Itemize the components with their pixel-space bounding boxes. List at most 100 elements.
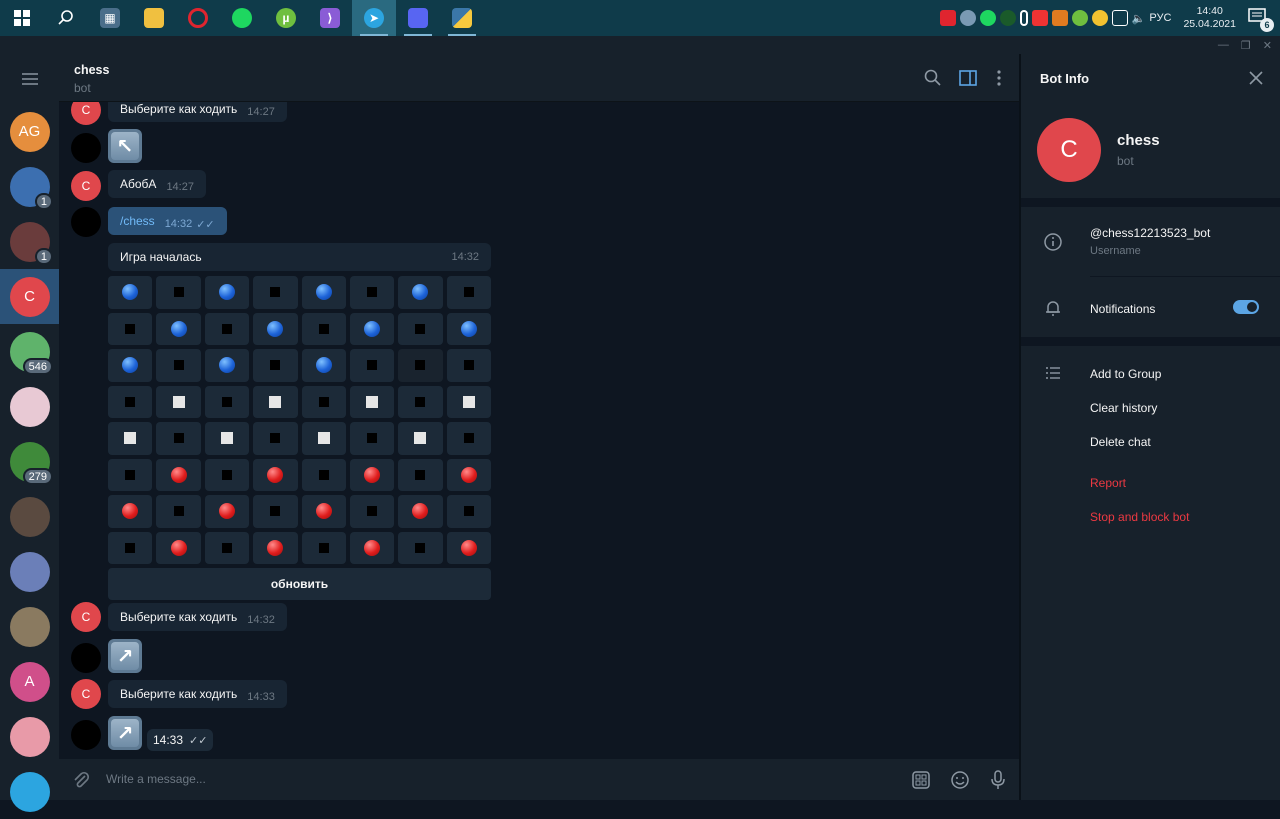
board-cell-button[interactable] — [349, 495, 395, 528]
board-cell-button[interactable] — [446, 495, 491, 528]
board-cell-button[interactable] — [349, 385, 395, 418]
board-cell-button[interactable] — [446, 385, 491, 418]
chat-list-item[interactable]: C — [0, 269, 59, 324]
board-cell-button[interactable] — [301, 531, 346, 564]
tray-app-icon[interactable] — [1051, 10, 1068, 26]
board-cell-button[interactable] — [398, 458, 443, 491]
notifications-toggle[interactable] — [1233, 300, 1259, 314]
network-icon[interactable] — [1111, 10, 1128, 26]
board-cell-button[interactable] — [204, 385, 250, 418]
board-cell-button[interactable] — [349, 531, 395, 564]
chat-list-item[interactable] — [0, 709, 59, 764]
board-cell-button[interactable] — [108, 312, 153, 345]
tray-app-icon[interactable] — [999, 10, 1016, 26]
windows-start-button[interactable] — [0, 0, 44, 36]
tray-spotify-icon[interactable] — [979, 10, 996, 26]
taskbar-utorrent[interactable]: µ — [264, 0, 308, 36]
microphone-icon[interactable] — [988, 769, 1008, 791]
user-avatar[interactable] — [71, 643, 101, 673]
taskbar-visual-studio[interactable]: ⟩ — [308, 0, 352, 36]
board-cell-button[interactable] — [156, 531, 201, 564]
board-cell-button[interactable] — [301, 276, 346, 309]
chat-list-item[interactable]: 1 — [0, 159, 59, 214]
board-cell-button[interactable] — [446, 458, 491, 491]
board-cell-button[interactable] — [108, 531, 153, 564]
user-avatar[interactable] — [71, 207, 101, 237]
board-cell-button[interactable] — [108, 422, 153, 455]
microphone-icon[interactable] — [1019, 10, 1028, 26]
board-cell-button[interactable] — [253, 385, 298, 418]
board-cell-button[interactable] — [301, 422, 346, 455]
board-cell-button[interactable] — [156, 312, 201, 345]
tray-app-icon[interactable] — [1031, 10, 1048, 26]
taskbar-python[interactable] — [440, 0, 484, 36]
board-cell-button[interactable] — [301, 385, 346, 418]
action-center-button[interactable]: 6 — [1248, 8, 1274, 32]
language-indicator[interactable]: РУС — [1149, 12, 1171, 24]
board-cell-button[interactable] — [398, 349, 443, 382]
board-cell-button[interactable] — [108, 458, 153, 491]
taskbar-spotify[interactable] — [220, 0, 264, 36]
taskbar-calculator[interactable]: ▦ — [88, 0, 132, 36]
board-cell-button[interactable] — [398, 276, 443, 309]
tray-app-icon[interactable] — [939, 10, 956, 26]
bot-username[interactable]: @chess12213523_bot — [1090, 226, 1210, 240]
refresh-button[interactable]: обновить — [108, 568, 491, 600]
chat-list-item[interactable] — [0, 544, 59, 599]
message-bubble[interactable]: Выберите как ходить 14:27 — [108, 102, 287, 122]
arrow-sticker[interactable]: ↖ — [108, 129, 142, 163]
board-cell-button[interactable] — [349, 349, 395, 382]
attach-icon[interactable] — [71, 770, 91, 790]
message-bubble[interactable]: Выберите как ходить 14:32 — [108, 603, 287, 631]
message-input[interactable]: Write a message... — [106, 772, 206, 786]
minimize-button[interactable]: — — [1218, 39, 1229, 51]
board-cell-button[interactable] — [398, 495, 443, 528]
board-cell-button[interactable] — [204, 495, 250, 528]
board-cell-button[interactable] — [108, 349, 153, 382]
board-cell-button[interactable] — [301, 495, 346, 528]
board-cell-button[interactable] — [204, 531, 250, 564]
board-cell-button[interactable] — [253, 495, 298, 528]
board-cell-button[interactable] — [204, 276, 250, 309]
board-cell-button[interactable] — [156, 276, 201, 309]
board-cell-button[interactable] — [253, 422, 298, 455]
taskbar-file-explorer[interactable] — [132, 0, 176, 36]
board-cell-button[interactable] — [301, 458, 346, 491]
board-cell-button[interactable] — [204, 458, 250, 491]
taskbar-opera[interactable] — [176, 0, 220, 36]
chat-list-item[interactable]: AG — [0, 104, 59, 159]
board-cell-button[interactable] — [253, 531, 298, 564]
board-cell-button[interactable] — [253, 312, 298, 345]
chat-list-item[interactable]: A — [0, 654, 59, 709]
board-cell-button[interactable] — [156, 458, 201, 491]
clock[interactable]: 14:40 25.04.2021 — [1183, 5, 1236, 31]
board-cell-button[interactable] — [349, 458, 395, 491]
report-button[interactable]: Report — [1090, 476, 1126, 490]
chat-list-item[interactable] — [0, 764, 59, 819]
board-cell-button[interactable] — [446, 349, 491, 382]
board-cell-button[interactable] — [446, 531, 491, 564]
message-bubble-outgoing[interactable]: /chess 14:32 ✓✓ — [108, 207, 227, 235]
tray-app-icon[interactable] — [959, 10, 976, 26]
chat-list-item[interactable]: 279 — [0, 434, 59, 489]
maximize-button[interactable]: ❐ — [1241, 39, 1251, 52]
close-icon[interactable] — [1249, 71, 1263, 85]
board-cell-button[interactable] — [349, 422, 395, 455]
stop-and-block-bot-button[interactable]: Stop and block bot — [1090, 510, 1189, 524]
chat-list-item[interactable] — [0, 599, 59, 654]
board-cell-button[interactable] — [398, 531, 443, 564]
board-cell-button[interactable] — [108, 495, 153, 528]
board-cell-button[interactable] — [204, 422, 250, 455]
message-bubble[interactable]: АбобА 14:27 — [108, 170, 206, 198]
board-cell-button[interactable] — [156, 495, 201, 528]
bot-keyboard-icon[interactable] — [911, 770, 931, 790]
taskbar-search-button[interactable] — [44, 0, 88, 36]
board-cell-button[interactable] — [108, 276, 153, 309]
chat-list-item[interactable]: 546 — [0, 324, 59, 379]
chat-list-item[interactable] — [0, 379, 59, 434]
taskbar-discord[interactable] — [396, 0, 440, 36]
chat-list-item[interactable]: 1 — [0, 214, 59, 269]
board-cell-button[interactable] — [253, 458, 298, 491]
user-avatar[interactable] — [71, 133, 101, 163]
bot-avatar[interactable]: C — [71, 602, 101, 632]
